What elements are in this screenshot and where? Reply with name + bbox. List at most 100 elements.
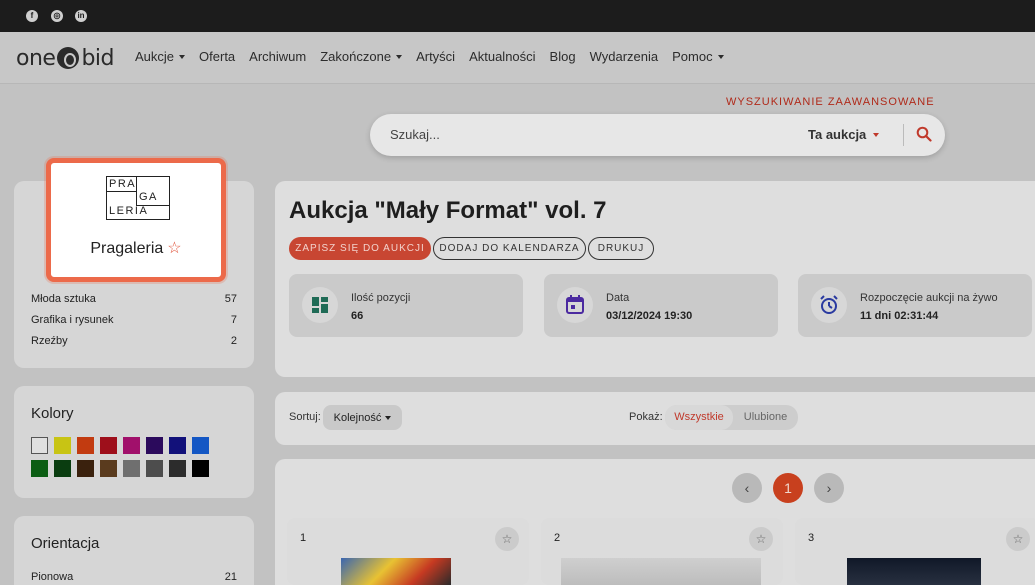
seller-name-text: Pragaleria bbox=[90, 240, 164, 257]
sort-dropdown[interactable]: Kolejność bbox=[323, 405, 402, 430]
nav-label: Pomoc bbox=[672, 49, 713, 64]
color-swatch[interactable] bbox=[54, 437, 71, 454]
orientation-count: 21 bbox=[224, 571, 237, 583]
add-to-calendar-button[interactable]: DODAJ DO KALENDARZA bbox=[433, 237, 586, 260]
alarm-clock-icon bbox=[820, 295, 838, 314]
lot-number: 1 bbox=[300, 532, 307, 544]
logo-text-one: one bbox=[16, 45, 56, 71]
search-icon[interactable] bbox=[916, 126, 932, 142]
info-card-lots: Ilość pozycji 66 bbox=[289, 274, 523, 337]
color-swatch[interactable] bbox=[146, 437, 163, 454]
nav-item-aktualnosci[interactable]: Aktualności bbox=[469, 49, 535, 64]
orientation-title: Orientacja bbox=[31, 535, 100, 552]
show-label: Pokaż: bbox=[629, 411, 663, 423]
linkedin-icon[interactable]: in bbox=[75, 10, 87, 22]
color-swatch[interactable] bbox=[100, 437, 117, 454]
info-label: Ilość pozycji bbox=[351, 292, 411, 304]
lot-card[interactable]: 2 ☆ bbox=[541, 518, 783, 585]
nav-item-artysci[interactable]: Artyści bbox=[416, 49, 455, 64]
favorite-star-icon[interactable]: ☆ bbox=[749, 527, 773, 551]
logo-line: PRA bbox=[109, 178, 137, 190]
color-swatch[interactable] bbox=[54, 460, 71, 477]
nav-item-archiwum[interactable]: Archiwum bbox=[249, 49, 306, 64]
nav-item-wydarzenia[interactable]: Wydarzenia bbox=[590, 49, 659, 64]
category-count: 2 bbox=[230, 335, 237, 347]
pager-page-1[interactable]: 1 bbox=[773, 473, 803, 503]
info-label: Rozpoczęcie aukcji na żywo bbox=[860, 292, 998, 304]
color-swatch[interactable] bbox=[169, 460, 186, 477]
orientation-item[interactable]: Pionowa 21 bbox=[31, 571, 237, 583]
logo-line: GA bbox=[139, 191, 158, 203]
color-swatch[interactable] bbox=[77, 437, 94, 454]
color-swatch[interactable] bbox=[169, 437, 186, 454]
search-scope-dropdown[interactable]: Ta aukcja bbox=[808, 127, 880, 142]
category-label: Rzeźby bbox=[31, 335, 68, 347]
lot-card[interactable]: 3 ☆ bbox=[795, 518, 1035, 585]
auction-title: Aukcja "Mały Format" vol. 7 bbox=[289, 197, 607, 224]
search-input[interactable]: Szukaj... bbox=[390, 127, 440, 142]
favorite-star-icon[interactable]: ☆ bbox=[167, 240, 181, 257]
favorite-star-icon[interactable]: ☆ bbox=[1006, 527, 1030, 551]
chevron-down-icon bbox=[385, 415, 392, 420]
nav-menu: Aukcje Oferta Archiwum Zakończone Artyśc… bbox=[135, 49, 738, 64]
calendar-icon bbox=[566, 295, 584, 314]
seller-highlight[interactable]: PRA GA LERIA Pragaleria ☆ bbox=[46, 158, 226, 282]
color-swatch[interactable] bbox=[146, 460, 163, 477]
info-card-date: Data 03/12/2024 19:30 bbox=[544, 274, 778, 337]
color-swatch[interactable] bbox=[77, 460, 94, 477]
onebid-logo[interactable]: one bid bbox=[16, 45, 114, 71]
advanced-search-link[interactable]: WYSZUKIWANIE ZAAWANSOWANE bbox=[726, 96, 935, 108]
color-swatch[interactable] bbox=[31, 460, 48, 477]
chevron-down-icon bbox=[396, 54, 403, 59]
grid-icon bbox=[312, 297, 328, 313]
show-favorites-tab[interactable]: Ulubione bbox=[733, 405, 798, 430]
seller-name: Pragaleria ☆ bbox=[51, 238, 221, 258]
lot-card[interactable]: 1 ☆ bbox=[287, 518, 529, 585]
lot-image[interactable] bbox=[341, 558, 451, 585]
color-swatch[interactable] bbox=[100, 460, 117, 477]
nav-item-aukcje[interactable]: Aukcje bbox=[135, 49, 186, 64]
chevron-down-icon bbox=[717, 54, 724, 59]
sort-label: Sortuj: bbox=[289, 411, 321, 423]
info-label: Data bbox=[606, 292, 630, 304]
lot-image[interactable] bbox=[847, 558, 981, 585]
print-button[interactable]: DRUKUJ bbox=[588, 237, 654, 260]
show-all-tab[interactable]: Wszystkie bbox=[665, 405, 733, 430]
main-navbar: one bid Aukcje Oferta Archiwum Zakończon… bbox=[0, 32, 1035, 84]
color-swatch[interactable] bbox=[31, 437, 48, 454]
grid-icon-wrap bbox=[302, 287, 338, 323]
logo-circle-icon bbox=[57, 47, 80, 69]
nav-item-blog[interactable]: Blog bbox=[550, 49, 576, 64]
orientation-label: Pionowa bbox=[31, 571, 74, 583]
category-item[interactable]: Grafika i rysunek 7 bbox=[31, 314, 237, 326]
lot-number: 3 bbox=[808, 532, 815, 544]
nav-item-pomoc[interactable]: Pomoc bbox=[672, 49, 724, 64]
instagram-icon[interactable]: ◎ bbox=[51, 10, 63, 22]
category-item[interactable]: Młoda sztuka 57 bbox=[31, 293, 237, 305]
nav-item-oferta[interactable]: Oferta bbox=[199, 49, 235, 64]
register-button[interactable]: ZAPISZ SIĘ DO AUKCJI bbox=[289, 237, 431, 260]
nav-item-zakonczone[interactable]: Zakończone bbox=[320, 49, 403, 64]
category-count: 57 bbox=[224, 293, 237, 305]
nav-label: Zakończone bbox=[320, 49, 392, 64]
logo-text-bid: bid bbox=[81, 45, 114, 71]
nav-label: Aukcje bbox=[135, 49, 175, 64]
lot-image[interactable] bbox=[561, 558, 761, 585]
facebook-icon[interactable]: f bbox=[26, 10, 38, 22]
category-item[interactable]: Rzeźby 2 bbox=[31, 335, 237, 347]
favorite-star-icon[interactable]: ☆ bbox=[495, 527, 519, 551]
chevron-down-icon bbox=[873, 132, 880, 137]
category-label: Grafika i rysunek bbox=[31, 314, 114, 326]
logo-line: LERIA bbox=[109, 205, 149, 217]
search-scope-label: Ta aukcja bbox=[808, 127, 867, 142]
color-swatch[interactable] bbox=[123, 460, 140, 477]
top-bar: f ◎ in bbox=[0, 0, 1035, 32]
pager-next-button[interactable]: › bbox=[814, 473, 844, 503]
color-swatch[interactable] bbox=[192, 437, 209, 454]
color-swatch[interactable] bbox=[123, 437, 140, 454]
info-value: 03/12/2024 19:30 bbox=[606, 310, 693, 322]
search-bar: Szukaj... Ta aukcja bbox=[370, 114, 945, 156]
category-count: 7 bbox=[230, 314, 237, 326]
color-swatch[interactable] bbox=[192, 460, 209, 477]
pager-prev-button[interactable]: ‹ bbox=[732, 473, 762, 503]
